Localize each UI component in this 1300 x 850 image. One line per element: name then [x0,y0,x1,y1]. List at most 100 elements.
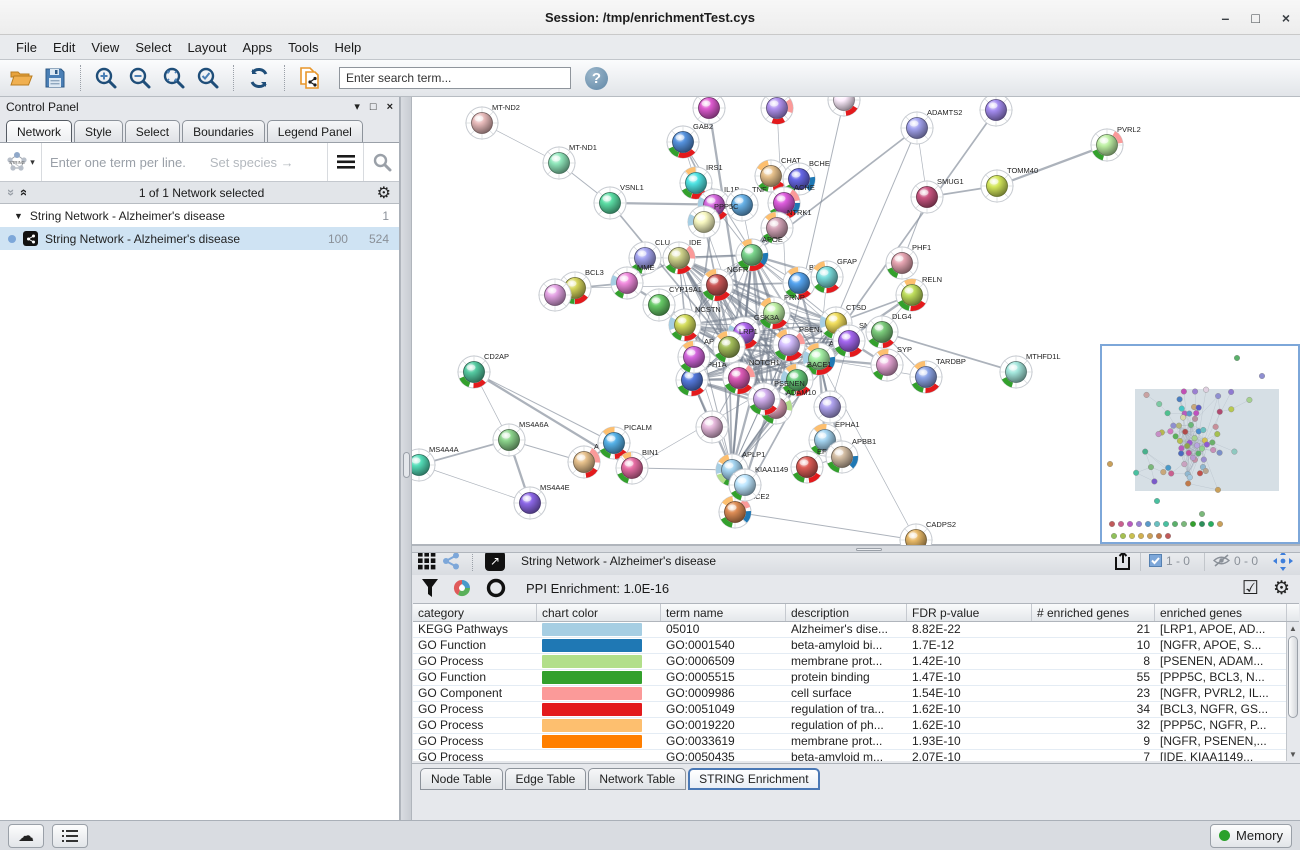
network-node[interactable]: MT-ND2 [465,103,520,140]
table-settings-gear-icon[interactable]: ⚙ [1273,579,1290,598]
column-header-term-name[interactable]: term name [661,604,786,621]
network-node[interactable]: ADAMTS2 [900,108,962,145]
scroll-up-icon[interactable]: ▲ [1287,622,1299,635]
grid-view-icon[interactable] [418,552,436,570]
network-node[interactable]: MTHFD1L [999,352,1061,389]
filter-icon[interactable] [422,579,438,597]
tab-boundaries[interactable]: Boundaries [182,120,265,142]
menu-select[interactable]: Select [127,37,179,58]
open-file-button[interactable] [6,64,36,92]
menu-apps[interactable]: Apps [235,37,281,58]
table-row[interactable]: GO ProcessGO:0006509membrane prot...1.42… [413,654,1299,670]
help-icon[interactable]: ? [585,67,608,90]
network-node[interactable]: MT-ND1 [542,143,597,180]
search-input[interactable] [339,67,571,89]
tab-select[interactable]: Select [125,120,180,142]
network-view[interactable]: MT-ND2MT-ND1VSNL1GAB2IRS1CHATBCHEIL1BTNF… [412,97,1300,545]
enrichment-chart-icon[interactable] [452,578,472,598]
network-node[interactable] [538,278,572,312]
tree-expander-icon[interactable]: ▼ [14,211,23,221]
menu-view[interactable]: View [83,37,127,58]
tab-edge-table[interactable]: Edge Table [505,768,587,790]
table-row[interactable]: GO FunctionGO:0001540beta-amyloid bi...1… [413,638,1299,654]
network-node[interactable]: CD2AP [457,352,509,389]
refresh-button[interactable] [244,64,274,92]
detach-view-button[interactable]: ↗ [485,551,505,571]
column-header-category[interactable]: category [413,604,537,621]
splitter-handle[interactable] [403,452,410,478]
menu-layout[interactable]: Layout [179,37,234,58]
network-collection-row[interactable]: ▼ String Network - Alzheimer's disease 1 [0,204,399,227]
vertical-splitter[interactable] [400,97,412,820]
column-header-chart-color[interactable]: chart color [537,604,661,621]
table-row[interactable]: GO ProcessGO:0050435beta-amyloid m...2.0… [413,750,1299,761]
table-row[interactable]: KEGG Pathways05010Alzheimer's dise...8.8… [413,622,1299,638]
table-row[interactable]: GO ProcessGO:0033619membrane prot...1.93… [413,734,1299,750]
maximize-button[interactable]: □ [1251,11,1259,25]
tab-node-table[interactable]: Node Table [420,768,503,790]
menu-edit[interactable]: Edit [45,37,83,58]
menu-help[interactable]: Help [327,37,370,58]
copy-network-button[interactable] [295,64,325,92]
menu-file[interactable]: File [8,37,45,58]
network-node[interactable] [827,97,861,117]
network-node[interactable] [813,390,847,424]
network-node[interactable]: MS4A4E [513,483,570,520]
task-history-button[interactable] [52,824,88,848]
network-node[interactable] [760,97,794,125]
network-node[interactable]: TOMM40 [980,166,1038,203]
network-node[interactable]: MS4A6A [492,420,549,457]
ring-chart-icon[interactable] [486,578,506,598]
horizontal-splitter[interactable] [412,545,1300,553]
network-node[interactable]: DLG4 [865,312,912,349]
menu-tools[interactable]: Tools [280,37,326,58]
table-row[interactable]: GO ProcessGO:0019220regulation of ph...1… [413,718,1299,734]
save-session-button[interactable] [40,64,70,92]
panel-float-icon[interactable]: □ [370,102,377,113]
column-header-description[interactable]: description [786,604,907,621]
tab-string-enrichment[interactable]: STRING Enrichment [688,768,819,790]
panel-close-icon[interactable]: × [387,102,393,113]
network-row[interactable]: String Network - Alzheimer's disease 100… [0,227,399,250]
minimize-button[interactable]: – [1222,11,1230,25]
network-node[interactable] [979,97,1013,127]
query-options-button[interactable] [327,143,363,181]
table-scrollbar[interactable]: ▲ ▼ [1286,622,1299,761]
tab-style[interactable]: Style [74,120,123,142]
column-header-fdr-p-value[interactable]: FDR p-value [907,604,1032,621]
network-node[interactable]: PPP5C [687,202,739,239]
column-header--enriched-genes[interactable]: # enriched genes [1032,604,1155,621]
network-node[interactable]: RELN [895,275,942,312]
table-row[interactable]: GO ComponentGO:0009986cell surface1.54E-… [413,686,1299,702]
tab-legend-panel[interactable]: Legend Panel [267,120,363,142]
column-header-enriched-genes[interactable]: enriched genes [1155,604,1287,621]
string-protein-query-selector[interactable]: STRING ▾ [0,143,42,181]
network-options-gear-icon[interactable]: ⚙ [377,183,391,203]
network-node[interactable]: VSNL1 [593,183,644,220]
cloud-tasks-button[interactable]: ☁ [8,824,44,848]
network-node[interactable]: SYP [870,345,912,382]
network-node[interactable] [692,97,726,125]
scrollbar-thumb[interactable] [1288,636,1298,718]
splitter-handle[interactable] [856,548,882,551]
network-node[interactable]: GAB2 [666,122,713,159]
select-rows-checkbox-icon[interactable]: ☑ [1242,579,1259,598]
zoom-in-button[interactable] [91,64,121,92]
network-node[interactable] [695,410,729,444]
tab-network-table[interactable]: Network Table [588,768,686,790]
panel-menu-caret-icon[interactable]: ▾ [354,102,360,113]
zoom-out-button[interactable] [125,64,155,92]
scroll-down-icon[interactable]: ▼ [1287,748,1299,761]
collapse-all-icon[interactable]: » [15,189,30,196]
string-search-button[interactable] [363,143,399,181]
network-node[interactable]: SMUG1 [910,177,964,214]
network-node[interactable]: TARDBP [909,357,966,394]
table-row[interactable]: GO ProcessGO:0051049regulation of tra...… [413,702,1299,718]
memory-button[interactable]: Memory [1210,824,1292,848]
close-button[interactable]: × [1282,11,1290,25]
tab-network[interactable]: Network [6,120,72,142]
share-view-icon[interactable] [442,552,460,570]
string-term-input[interactable]: Enter one term per line. Set species → [42,155,327,170]
table-row[interactable]: GO FunctionGO:0005515protein binding1.47… [413,670,1299,686]
network-node[interactable]: PVRL2 [1090,125,1141,162]
